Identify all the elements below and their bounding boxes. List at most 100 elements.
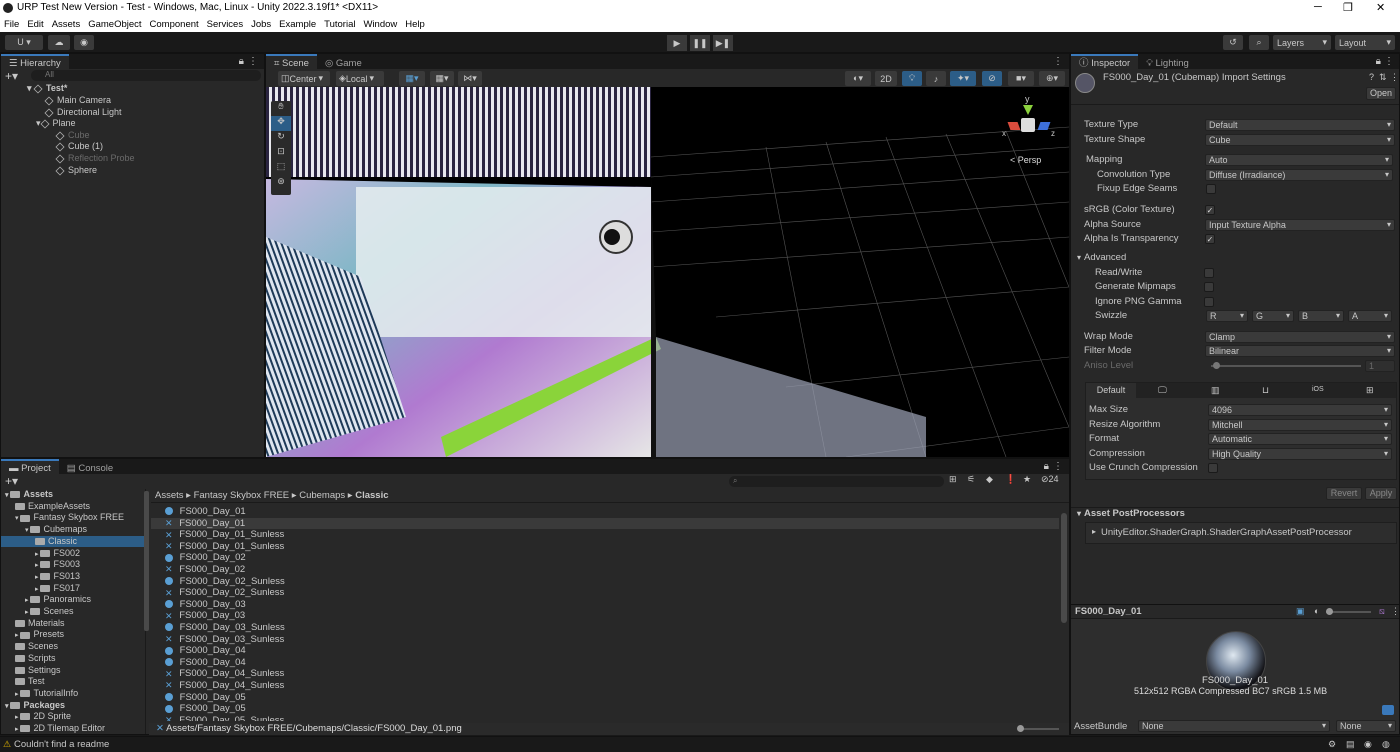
mipmaps-checkbox[interactable] (1204, 282, 1214, 292)
tab-game[interactable]: ◎ Game (316, 54, 370, 69)
asset-list-item[interactable]: FS000_Day_04 (165, 645, 246, 657)
png-gamma-checkbox[interactable] (1204, 297, 1214, 307)
foldout-arrow-icon[interactable]: ▸ (1092, 527, 1096, 536)
more-icon[interactable]: ⋮ (1391, 606, 1400, 617)
hierarchy-item[interactable]: Reflection Probe (55, 153, 135, 164)
asset-list-item[interactable]: ✕ FS000_Day_02_Sunless (165, 587, 284, 599)
more-icon[interactable]: ⋮ (1053, 56, 1063, 67)
space-dropdown[interactable]: ◈ Local ▾ (336, 71, 384, 86)
search-icon[interactable]: ⌕ (1249, 35, 1269, 50)
crunch-checkbox[interactable] (1208, 463, 1218, 473)
breadcrumb-item[interactable]: Classic (355, 490, 388, 501)
hierarchy-item[interactable]: Cube (1) (55, 141, 103, 152)
menu-component[interactable]: Component (150, 19, 199, 30)
aniso-slider-handle[interactable] (1213, 362, 1220, 369)
tab-project[interactable]: ▬ Project (1, 459, 59, 474)
advanced-foldout[interactable]: ▾ Advanced (1075, 251, 1399, 265)
asset-list-item[interactable]: FS000_Day_05 (165, 703, 246, 715)
camera-settings-icon[interactable]: ■▾ (1008, 71, 1034, 86)
ios-tab[interactable]: iOS (1312, 386, 1324, 393)
pause-button[interactable]: ❚❚ (690, 35, 710, 51)
cloud-icon[interactable]: ☁ (48, 35, 70, 50)
zoom-slider-handle[interactable] (1017, 725, 1024, 732)
swizzle-r-dropdown[interactable]: R (1206, 310, 1248, 322)
search-by-label-icon[interactable]: ⚟ (967, 474, 975, 485)
breadcrumb-item[interactable]: Cubemaps (299, 490, 345, 501)
asset-list-item[interactable]: ✕ FS000_Day_02 (165, 564, 245, 576)
asset-list-item[interactable]: ✕ FS000_Day_05_Sunless (165, 715, 284, 721)
preview-slider-handle[interactable] (1326, 608, 1333, 615)
swizzle-g-dropdown[interactable]: G (1252, 310, 1294, 322)
tab-inspector[interactable]: ⓘ Inspector (1071, 54, 1139, 69)
srgb-checkbox[interactable]: ✓ (1205, 205, 1215, 215)
menu-tutorial[interactable]: Tutorial (324, 19, 355, 30)
play-button[interactable]: ▶ (667, 35, 687, 51)
asset-list-item[interactable]: ✕ FS000_Day_03 (165, 610, 245, 622)
info-icon[interactable]: ❗ (1005, 474, 1016, 485)
zoom-slider-track[interactable] (1019, 728, 1059, 730)
lock-icon[interactable]: 🔒︎ (1044, 461, 1049, 472)
asset-list-item[interactable]: FS000_Day_02 (165, 552, 246, 564)
folder-tree-item[interactable]: ▸ 2D Tilemap Editor (15, 723, 105, 734)
folder-tree-item[interactable]: ▾ Assets (5, 489, 53, 500)
asset-list-item[interactable]: ✕ FS000_Day_04_Sunless (165, 668, 284, 680)
swizzle-a-dropdown[interactable]: A (1348, 310, 1392, 322)
effects-toggle-icon[interactable]: ✦▾ (950, 71, 976, 86)
lock-icon[interactable]: 🔒︎ (239, 56, 244, 67)
tab-scene[interactable]: ⌗ Scene (266, 54, 317, 69)
help-icon[interactable]: ? (1369, 72, 1374, 82)
open-button[interactable]: Open (1366, 87, 1396, 100)
menu-example[interactable]: Example (279, 19, 316, 30)
layout-dropdown[interactable]: Layout ▾ (1335, 35, 1395, 50)
swizzle-b-dropdown[interactable]: B (1298, 310, 1344, 322)
desktop-icon[interactable]: 🖵︎ (1158, 385, 1167, 396)
hierarchy-item[interactable]: Directional Light (44, 107, 122, 118)
asset-list-item[interactable]: ✕ FS000_Day_01_Sunless (165, 529, 284, 541)
breadcrumb-item[interactable]: Fantasy Skybox FREE (194, 490, 290, 501)
assetbundle-variant-dropdown[interactable]: None (1336, 720, 1396, 732)
revert-button[interactable]: Revert (1326, 487, 1362, 500)
menu-services[interactable]: Services (207, 19, 243, 30)
menu-gameobject[interactable]: GameObject (88, 19, 141, 30)
format-dropdown[interactable]: Automatic (1208, 433, 1392, 445)
hand-tool-icon[interactable]: ✋︎ (271, 101, 291, 116)
grid-icon[interactable]: ▦▾ (430, 71, 454, 86)
menu-edit[interactable]: Edit (27, 19, 43, 30)
compression-dropdown[interactable]: High Quality (1208, 448, 1392, 460)
preset-icon[interactable]: ⇅ (1379, 72, 1387, 83)
asset-list-scrollbar[interactable] (1061, 513, 1067, 623)
asset-list-item[interactable]: FS000_Day_03_Sunless (165, 622, 285, 634)
filter-icon[interactable]: ⧅ (1379, 606, 1385, 617)
tab-console[interactable]: ▤ Console (58, 459, 122, 474)
more-icon[interactable]: ⋮ (1390, 72, 1399, 83)
menu-help[interactable]: Help (405, 19, 425, 30)
rotate-tool-icon[interactable]: ↻ (271, 131, 291, 146)
scale-tool-icon[interactable]: ⊡ (271, 146, 291, 161)
step-button[interactable]: ▶❚ (713, 35, 733, 51)
asset-list-item[interactable]: FS000_Day_04 (165, 657, 246, 669)
hierarchy-item[interactable]: Sphere (55, 165, 97, 176)
asset-list-item[interactable]: FS000_Day_05 (165, 692, 246, 704)
increment-snap-icon[interactable]: ⋈▾ (458, 71, 482, 86)
aniso-value-field[interactable]: 1 (1365, 360, 1395, 372)
menu-window[interactable]: Window (363, 19, 397, 30)
favorite-icon[interactable]: ★ (1023, 474, 1031, 485)
rect-tool-icon[interactable]: ⬚ (271, 161, 291, 176)
read-write-checkbox[interactable] (1204, 268, 1214, 278)
lock-icon[interactable]: 🔒︎ (1376, 56, 1381, 67)
asset-list-item[interactable]: FS000_Day_02_Sunless (165, 576, 285, 588)
wrap-mode-dropdown[interactable]: Clamp (1205, 331, 1395, 343)
tab-hierarchy[interactable]: ☰ Hierarchy (1, 54, 69, 69)
label-icon[interactable]: ◆ (986, 474, 993, 485)
menu-file[interactable]: File (4, 19, 19, 30)
max-size-dropdown[interactable]: 4096 (1208, 404, 1392, 416)
asset-list-item[interactable]: ✕ FS000_Day_01_Sunless (165, 541, 284, 553)
add-icon[interactable]: +▾ (5, 474, 18, 488)
texture-shape-dropdown[interactable]: Cube (1205, 134, 1395, 146)
alpha-transparency-checkbox[interactable]: ✓ (1205, 234, 1215, 244)
collab-icon[interactable]: ◉ (74, 35, 94, 50)
assetbundle-dropdown[interactable]: None (1138, 720, 1330, 732)
transform-tool-icon[interactable]: ⊛ (271, 176, 291, 191)
android-icon[interactable]: ⊔ (1262, 385, 1269, 396)
hidden-packages-icon[interactable]: ⊘24 (1041, 474, 1059, 485)
